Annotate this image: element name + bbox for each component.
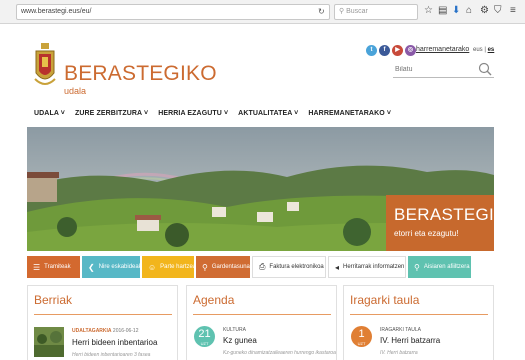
nav-harremanetarako[interactable]: HARREMANETARAKO ˅ [308, 110, 391, 117]
shield-icon[interactable]: ⛉ [494, 5, 502, 17]
quick-link-parte-hartzea[interactable]: ☺ Parte hartzea [142, 256, 197, 278]
hero-subtitle: etorri eta ezagutu! [394, 229, 459, 238]
quick-link-label: Parte hartzea [160, 264, 197, 270]
notice-snippet: IV. Herri batzarra [380, 350, 418, 356]
agenda-heading[interactable]: Agenda [193, 293, 234, 307]
quick-link-label: Gardentasuna [211, 264, 250, 270]
site-search-input[interactable] [393, 62, 473, 77]
quick-link-faktura-elektronikoa[interactable]: ⎙ Faktura elektronikoa [252, 256, 326, 278]
news-panel: Berriak UDALTAGARKIA 2016-06-12 Herri bi… [27, 285, 178, 360]
agenda-month: UZT [200, 341, 209, 346]
hero-caption[interactable]: BERASTEGI etorri eta ezagutu! [386, 195, 494, 251]
agenda-snippet: Kz-guneko dinamizatzaileaeren hurrengo i… [223, 350, 336, 356]
chevron-left-icon: ❮ [88, 262, 95, 272]
home-icon[interactable]: ⌂ [466, 5, 472, 17]
megaphone-icon: ◂ [335, 262, 340, 272]
browser-search-field[interactable]: ⚲ Buscar [334, 4, 418, 20]
quick-link-aisiaren-afiiltzera[interactable]: ⚲ Aisiaren afiiltzera [408, 256, 471, 278]
quick-link-tramiteak[interactable]: ☰ Tramiteak [27, 256, 80, 278]
nav-zure-zerbitzura[interactable]: ZURE ZERBITZURA ˅ [75, 110, 148, 117]
site-name[interactable]: BERASTEGIKO [64, 62, 217, 86]
news-heading[interactable]: Berriak [34, 293, 72, 307]
download-icon[interactable]: ⬇ [452, 5, 460, 17]
news-category: UDALTAGARKIA [72, 328, 112, 334]
notices-heading[interactable]: Iragarki taula [350, 293, 419, 307]
reload-icon[interactable]: ↻ [318, 7, 325, 17]
address-bar[interactable]: www.berastegi.eus/eu/ [16, 4, 330, 20]
notice-month: UZT [357, 341, 366, 346]
agenda-heading-underline [193, 314, 331, 315]
gear-icon[interactable]: ⚙ [480, 5, 489, 17]
menu-icon[interactable]: ≡ [510, 5, 516, 17]
quick-link-label: Aisiaren afiiltzera [423, 264, 470, 270]
notices-panel: Iragarki taula 1 UZT IRAGARKI TAULA IV. … [343, 285, 494, 360]
news-title[interactable]: Herri bideen inbentarioa [72, 338, 157, 347]
nav-herria-ezagutu[interactable]: HERRIA EZAGUTU ˅ [158, 110, 228, 117]
notice-title[interactable]: IV. Herri batzarra [380, 336, 440, 345]
site-search [393, 62, 494, 78]
instagram-icon[interactable]: ◎ [405, 45, 416, 56]
main-nav: UDALA ˅ ZURE ZERBITZURA ˅ HERRIA EZAGUTU… [34, 110, 391, 117]
facebook-icon[interactable]: f [379, 45, 390, 56]
nav-udala[interactable]: UDALA ˅ [34, 110, 65, 117]
nav-aktualitatea[interactable]: AKTUALITATEA ˅ [238, 110, 298, 117]
quick-link-label: Nire eskabideak [98, 264, 142, 270]
social-links: t f ▶ ◎ [366, 45, 416, 56]
page: BERASTEGIKO udala t f ▶ ◎ harremanetarak… [0, 25, 525, 360]
list-icon: ☰ [33, 262, 41, 272]
news-meta: UDALTAGARKIA 2016-06-12 [72, 328, 139, 334]
hero-title: BERASTEGI [394, 205, 495, 224]
quick-link-label: Tramiteak [44, 264, 71, 270]
twitter-icon[interactable]: t [366, 45, 377, 56]
notices-heading-underline [350, 314, 488, 315]
printer-icon: ⎙ [259, 262, 266, 271]
agenda-panel: Agenda 21 UZT KULTURA Kz gunea Kz-guneko… [186, 285, 337, 360]
lang-es[interactable]: es [488, 47, 495, 53]
news-date: 2016-06-12 [112, 328, 139, 334]
news-heading-underline [34, 314, 172, 315]
notice-date-badge: 1 UZT [351, 326, 372, 347]
agenda-date-badge: 21 UZT [194, 326, 215, 347]
pin-icon: ⚲ [414, 262, 420, 272]
search-icon: ⚲ [202, 262, 208, 272]
news-thumbnail[interactable] [34, 327, 64, 357]
search-icon[interactable] [478, 62, 492, 76]
bookmark-star-icon[interactable]: ☆ [424, 5, 433, 17]
notice-category: IRAGARKI TAULA [380, 327, 421, 333]
chat-icon: ☺ [148, 262, 157, 272]
news-snippet: Herri bideen inbentarioaren 3 fasea [72, 352, 151, 358]
reading-list-icon[interactable]: ▤ [438, 5, 447, 17]
lang-eu[interactable]: eus [473, 47, 483, 53]
browser-search-placeholder: Buscar [346, 8, 368, 15]
contact-link[interactable]: harremanetarako [416, 46, 469, 53]
quick-link-label: Faktura elektronikoa [269, 264, 324, 270]
notice-day: 1 [358, 328, 365, 340]
agenda-event-title[interactable]: Kz gunea [223, 336, 257, 345]
agenda-category: KULTURA [223, 327, 246, 333]
quick-link-herritarrak-informatzen[interactable]: ◂ Herritarrak informatzen [328, 256, 406, 278]
youtube-icon[interactable]: ▶ [392, 45, 403, 56]
browser-toolbar: www.berastegi.eus/eu/ ↻ ⚲ Buscar ☆ ▤ ⬇ ⌂… [0, 0, 525, 24]
site-subtitle: udala [64, 86, 87, 96]
quick-link-gardentasuna[interactable]: ⚲ Gardentasuna [196, 256, 250, 278]
quick-link-label: Herritarrak informatzen [343, 264, 405, 270]
agenda-day: 21 [198, 328, 211, 340]
coat-of-arms-icon[interactable] [33, 43, 57, 91]
language-switcher: eus | es [473, 47, 495, 53]
quick-link-nire-eskabideak[interactable]: ❮ Nire eskabideak [82, 256, 142, 278]
